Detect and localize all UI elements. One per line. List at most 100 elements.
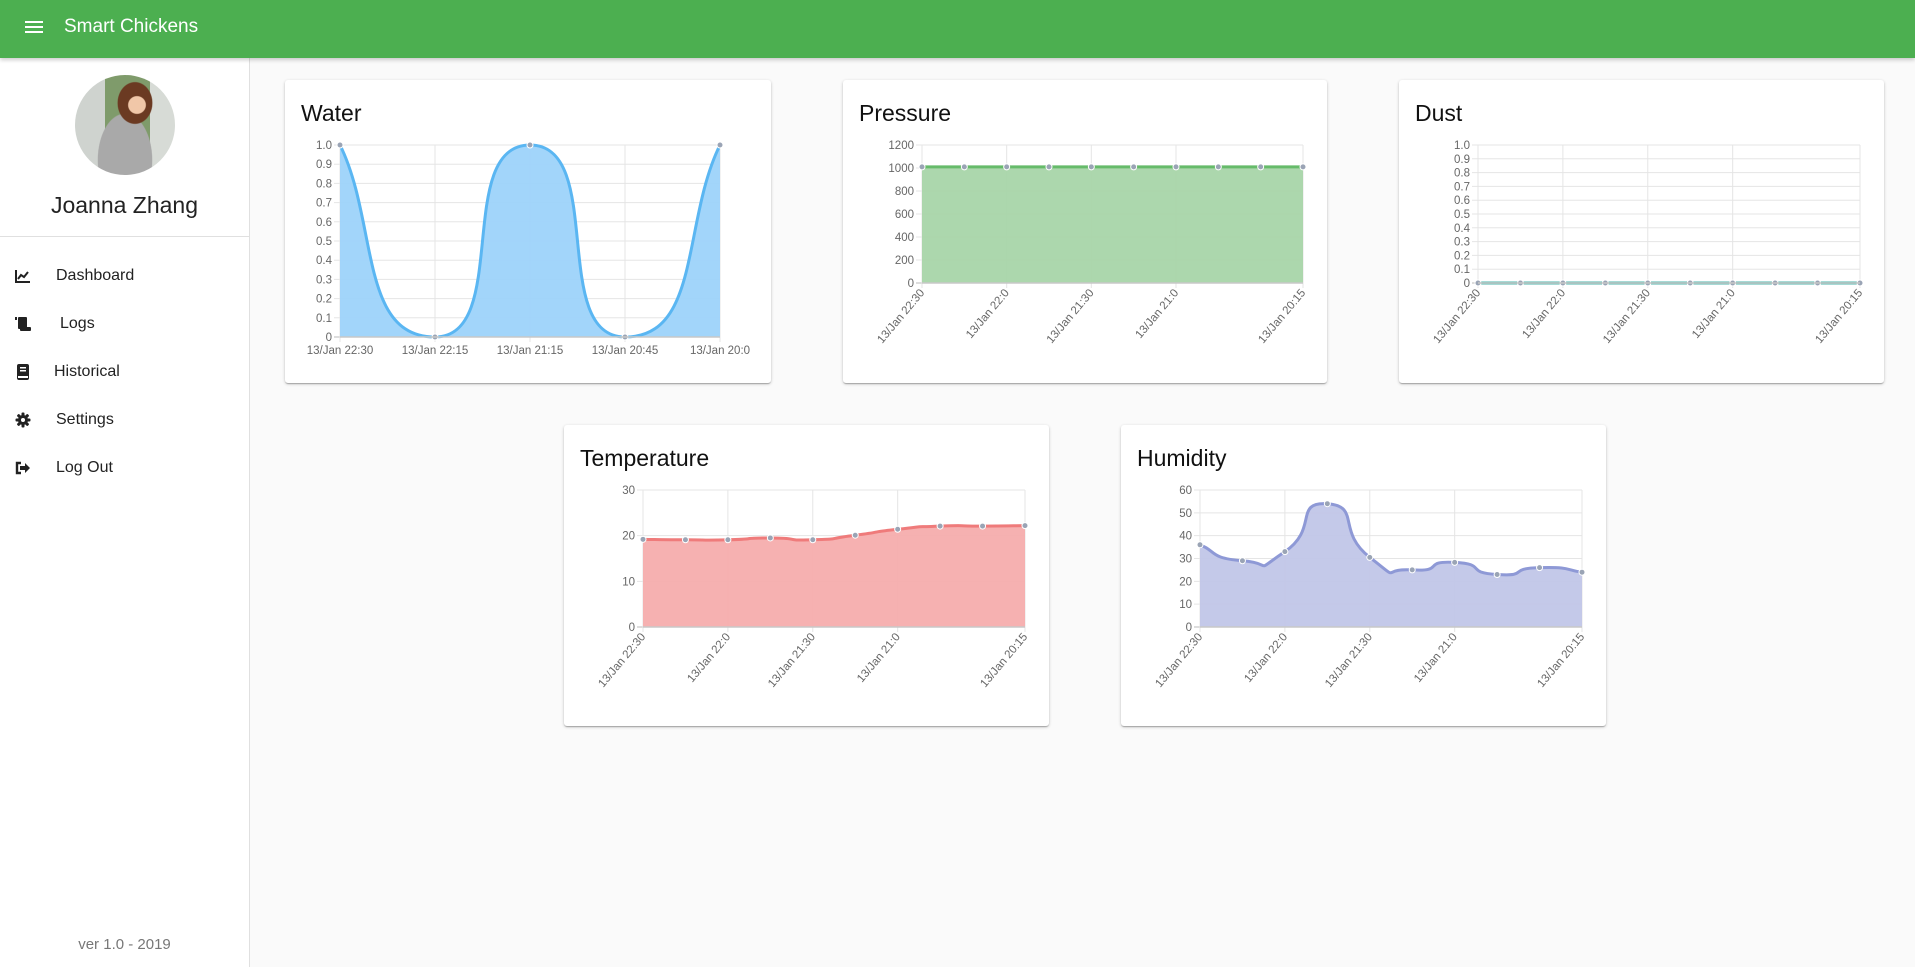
- y-tick-label: 0: [1186, 622, 1192, 634]
- x-tick-label: 13/Jan 21:0: [1690, 287, 1738, 341]
- series-line: [1199, 502, 1583, 577]
- y-tick-label: 10: [622, 576, 635, 588]
- y-tick-label: 0: [1464, 278, 1470, 290]
- x-tick-label: 13/Jan 22:30: [307, 345, 374, 357]
- sidebar-item-label: Dashboard: [56, 267, 135, 284]
- y-tick-label: 0.1: [1454, 264, 1470, 276]
- humidity-chart: 010203040506013/Jan 22:30 13/Jan 22:0 13/J…: [1153, 485, 1587, 690]
- data-point: [1299, 163, 1307, 171]
- y-tick-label: 400: [895, 232, 914, 244]
- data-point: [1021, 522, 1029, 530]
- y-tick-label: 0.6: [1454, 195, 1470, 207]
- temperature-chart-card: Temperature 0 10 20 30 13/Jan 22:30 13/Jan 22…: [564, 425, 1049, 726]
- y-tick-label: 50: [1179, 508, 1192, 520]
- data-point: [979, 522, 987, 530]
- x-tick-label: 13/Jan 22:0: [964, 287, 1012, 341]
- y-tick-label: 0.3: [316, 274, 332, 286]
- y-tick-label: 1200: [888, 140, 914, 152]
- data-point: [1196, 541, 1204, 549]
- data-point: [724, 536, 732, 544]
- sidebar-item-historical[interactable]: Historical: [0, 348, 249, 396]
- temperature-chart: 0 10 20 30 13/Jan 22:30 13/Jan 22:0 13/Jan 21:…: [596, 485, 1030, 690]
- x-tick-label: 13/Jan 21:15: [497, 345, 564, 357]
- user-avatar: [75, 75, 175, 175]
- y-tick-label: 40: [1179, 531, 1192, 543]
- y-tick-label: 0.3: [1454, 237, 1470, 249]
- water-chart-card: Water 0 0.1 0.2 0.3 0.4 0.5 0.6 0.7 0.8 0.9 1.0 13/…: [285, 80, 771, 383]
- sidebar-item-dashboard[interactable]: Dashboard: [0, 252, 249, 300]
- x-tick-label: 13/Jan 21:30: [766, 631, 818, 690]
- x-tick-labels: 13/Jan 22:30 13/Jan 22:15 13/Jan 21:15 13/J…: [307, 345, 750, 357]
- y-tick-label: 0.7: [316, 198, 332, 210]
- data-point: [936, 522, 944, 530]
- sidebar-item-logout[interactable]: Log Out: [0, 444, 249, 492]
- y-tick-label: 0.7: [1454, 181, 1470, 193]
- sidebar-item-label: Log Out: [56, 459, 113, 476]
- x-tick-label: 13/Jan 20:45: [592, 345, 659, 357]
- humidity-chart-card: Humidity 0 10 20 30 40 50 60 13/Jan 22:30 13/Jan…: [1121, 425, 1606, 726]
- user-name: Joanna Zhang: [50, 192, 199, 218]
- x-tick-labels: 13/Jan 22:30 13/Jan 22:0 13/Jan 21:30 13/Ja…: [596, 631, 1030, 690]
- gear-icon: [15, 412, 31, 428]
- data-point: [1451, 558, 1459, 566]
- y-tick-label: 0.4: [316, 255, 333, 267]
- y-tick-label: 1000: [888, 163, 914, 175]
- x-tick-label: 13/Jan 20:0: [690, 345, 750, 357]
- data-point: [1536, 564, 1544, 572]
- y-tick-label: 0.9: [316, 159, 332, 171]
- sidebar-item-label: Logs: [60, 315, 95, 332]
- sidebar-divider: [0, 236, 249, 237]
- data-point: [1003, 163, 1011, 171]
- sidebar-item-logs[interactable]: Logs: [0, 300, 249, 348]
- data-point: [526, 141, 534, 149]
- y-tick-label: 0: [326, 332, 332, 344]
- x-tick-label: 13/Jan 21:0: [855, 631, 903, 685]
- y-tick-label: 600: [895, 209, 914, 221]
- x-tick-label: 13/Jan 22:15: [402, 345, 469, 357]
- series-area: [922, 166, 1303, 283]
- x-tick-label: 13/Jan 21:30: [1601, 287, 1653, 346]
- x-tick-label: 13/Jan 21:0: [1412, 631, 1460, 685]
- dust-chart: 0 0.1 0.20.3 0.4 0.5 0.6 0.70.8 0.9 1.0 13/Jan 22…: [1431, 140, 1865, 346]
- data-point: [1172, 163, 1180, 171]
- x-tick-label: 13/Jan 20:15: [978, 631, 1030, 690]
- x-tick-label: 13/Jan 20:15: [1256, 287, 1308, 346]
- x-tick-label: 13/Jan 22:0: [1520, 287, 1568, 341]
- data-point: [1408, 566, 1416, 574]
- data-point: [894, 525, 902, 533]
- data-point: [639, 535, 647, 543]
- y-tick-label: 30: [622, 485, 635, 497]
- x-tick-label: 13/Jan 20:15: [1535, 631, 1587, 690]
- book-icon: [17, 364, 29, 380]
- data-point: [1281, 548, 1289, 556]
- series-area: [1200, 503, 1582, 627]
- data-point: [1578, 568, 1586, 576]
- y-tick-label: 0.9: [1454, 154, 1470, 166]
- data-point: [1257, 163, 1265, 171]
- data-point: [1238, 557, 1246, 565]
- x-tick-labels: 13/Jan 22:30 13/Jan 22:0 13/Jan 21:30 13/Ja…: [875, 287, 1308, 346]
- y-tick-label: 800: [895, 186, 914, 198]
- data-point: [918, 163, 926, 171]
- y-tick-label: 20: [622, 531, 635, 543]
- x-tick-label: 13/Jan 20:15: [1813, 287, 1865, 346]
- data-point: [336, 141, 344, 149]
- scroll-icon: [15, 317, 31, 331]
- data-point: [851, 531, 859, 539]
- x-tick-label: 13/Jan 22:30: [1153, 631, 1205, 690]
- y-tick-label: 0.2: [316, 294, 332, 306]
- data-point: [1130, 163, 1138, 171]
- y-tick-label: 0: [908, 278, 914, 290]
- y-tick-label: 0.1: [316, 313, 332, 325]
- x-tick-label: 13/Jan 21:0: [1133, 287, 1181, 341]
- top-app-bar: Smart Chickens: [0, 0, 1915, 58]
- chart-grid: 0 0.1 0.20.3 0.4 0.5 0.6 0.70.8 0.9 1.0: [1454, 140, 1861, 290]
- hamburger-menu-icon[interactable]: [25, 19, 45, 35]
- x-tick-label: 13/Jan 22:30: [875, 287, 927, 346]
- x-tick-label: 13/Jan 22:0: [685, 631, 733, 685]
- x-tick-label: 13/Jan 22:0: [1242, 631, 1290, 685]
- y-tick-label: 0.8: [316, 178, 332, 190]
- y-tick-label: 1.0: [316, 140, 332, 152]
- y-tick-label: 0.8: [1454, 168, 1470, 180]
- sidebar-item-settings[interactable]: Settings: [0, 396, 249, 444]
